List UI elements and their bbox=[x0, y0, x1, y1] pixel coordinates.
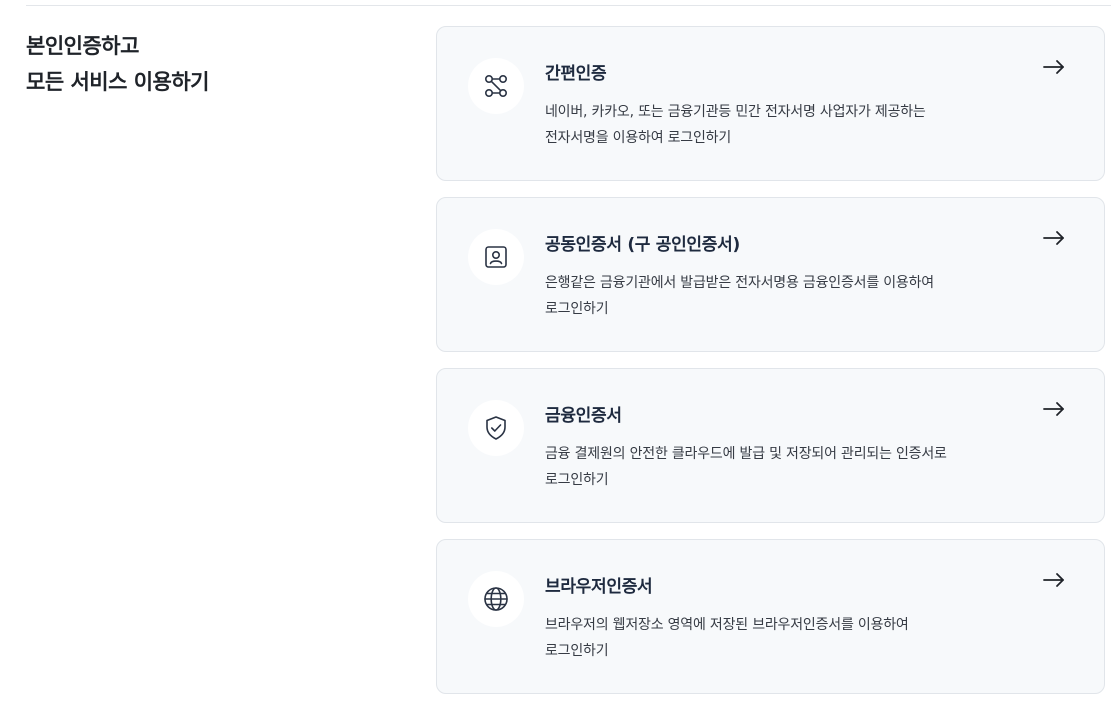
top-divider bbox=[26, 5, 1111, 6]
financial-certificate-card[interactable]: 금융인증서 금융 결제원의 안전한 클라우드에 발급 및 저장되어 관리되는 인… bbox=[436, 368, 1105, 523]
globe-icon bbox=[468, 571, 524, 627]
card-desc-line: 로그인하기 bbox=[545, 472, 609, 488]
arrow-right-icon[interactable] bbox=[1042, 228, 1066, 248]
section-heading: 본인인증하고 모든 서비스 이용하기 bbox=[26, 28, 210, 100]
simple-auth-card[interactable]: 간편인증 네이버, 카카오, 또는 금융기관등 민간 전자서명 사업자가 제공하… bbox=[436, 26, 1105, 181]
card-desc-line: 로그인하기 bbox=[545, 301, 609, 317]
card-description: 브라우저의 웹저장소 영역에 저장된 브라우저인증서를 이용하여 로그인하기 bbox=[545, 612, 1025, 664]
card-title: 간편인증 bbox=[545, 64, 607, 84]
arrow-right-icon[interactable] bbox=[1042, 399, 1066, 419]
arrow-right-icon[interactable] bbox=[1042, 570, 1066, 590]
card-title: 금융인증서 bbox=[545, 406, 622, 426]
card-description: 은행같은 금융기관에서 발급받은 전자서명용 금융인증서를 이용하여 로그인하기 bbox=[545, 270, 1025, 322]
card-desc-line: 로그인하기 bbox=[545, 643, 609, 659]
id-card-icon bbox=[468, 229, 524, 285]
login-method-list: 간편인증 네이버, 카카오, 또는 금융기관등 민간 전자서명 사업자가 제공하… bbox=[436, 26, 1105, 710]
card-desc-line: 브라우저의 웹저장소 영역에 저장된 브라우저인증서를 이용하여 bbox=[545, 617, 909, 633]
card-title: 공동인증서 (구 공인인증서) bbox=[545, 235, 740, 255]
card-title: 브라우저인증서 bbox=[545, 577, 653, 597]
section-heading-line2: 모든 서비스 이용하기 bbox=[26, 70, 210, 94]
simple-auth-icon bbox=[468, 58, 524, 114]
joint-certificate-card[interactable]: 공동인증서 (구 공인인증서) 은행같은 금융기관에서 발급받은 전자서명용 금… bbox=[436, 197, 1105, 352]
card-desc-line: 전자서명을 이용하여 로그인하기 bbox=[545, 130, 732, 146]
card-description: 네이버, 카카오, 또는 금융기관등 민간 전자서명 사업자가 제공하는 전자서… bbox=[545, 99, 1025, 151]
card-description: 금융 결제원의 안전한 클라우드에 발급 및 저장되어 관리되는 인증서로 로그… bbox=[545, 441, 1025, 493]
shield-check-icon bbox=[468, 400, 524, 456]
browser-certificate-card[interactable]: 브라우저인증서 브라우저의 웹저장소 영역에 저장된 브라우저인증서를 이용하여… bbox=[436, 539, 1105, 694]
section-heading-line1: 본인인증하고 bbox=[26, 34, 139, 58]
card-desc-line: 은행같은 금융기관에서 발급받은 전자서명용 금융인증서를 이용하여 bbox=[545, 275, 934, 291]
arrow-right-icon[interactable] bbox=[1042, 57, 1066, 77]
card-desc-line: 네이버, 카카오, 또는 금융기관등 민간 전자서명 사업자가 제공하는 bbox=[545, 104, 926, 120]
card-desc-line: 금융 결제원의 안전한 클라우드에 발급 및 저장되어 관리되는 인증서로 bbox=[545, 446, 947, 462]
